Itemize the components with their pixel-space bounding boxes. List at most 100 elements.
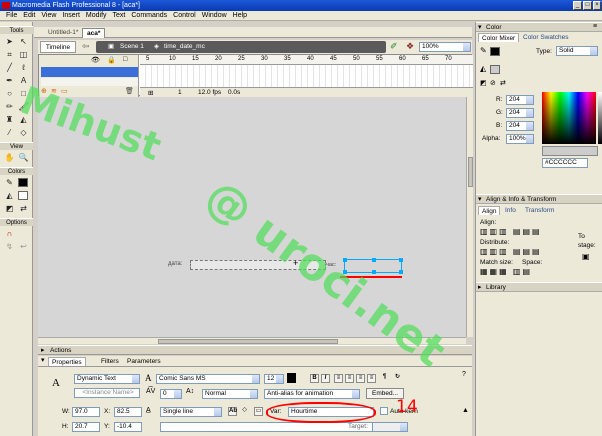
red-input[interactable]: 204: [506, 95, 534, 105]
library-panel-header[interactable]: Library: [476, 282, 602, 293]
tab-info[interactable]: Info: [502, 206, 519, 215]
mixer-swap-icon[interactable]: ⇄: [500, 79, 506, 87]
selectable-icon[interactable]: Ab: [228, 407, 237, 416]
tab-align[interactable]: Align: [478, 206, 501, 215]
smooth-icon[interactable]: ↯: [3, 241, 16, 252]
minimize-button[interactable]: _: [573, 1, 582, 10]
pencil-tool-icon[interactable]: ✏: [3, 101, 16, 112]
mixer-stroke-swatch[interactable]: [490, 47, 500, 56]
mixer-fill-swatch[interactable]: [490, 65, 500, 74]
auto-kern-checkbox[interactable]: [380, 407, 388, 415]
eyedropper-tool-icon[interactable]: ⁄: [3, 127, 16, 138]
menu-view[interactable]: View: [38, 11, 59, 21]
center-frame-icon[interactable]: ⊞: [148, 89, 153, 97]
free-transform-tool-icon[interactable]: ⌗: [3, 49, 16, 60]
layer-row[interactable]: [41, 78, 138, 86]
align-left-icon[interactable]: ≡: [334, 374, 343, 383]
line-tool-icon[interactable]: ╱: [3, 62, 16, 73]
menu-edit[interactable]: Edit: [20, 11, 38, 21]
tab-aca[interactable]: аса*: [82, 28, 106, 38]
fill-color-swatch[interactable]: [18, 191, 28, 200]
zoom-tool-icon[interactable]: 🔍: [17, 152, 30, 163]
height-input[interactable]: 20.7: [72, 422, 100, 432]
frame-grid[interactable]: [140, 65, 473, 87]
collapse-props-icon[interactable]: ▲: [462, 407, 469, 414]
back-arrow-icon[interactable]: ⇦: [82, 42, 92, 51]
green-input[interactable]: 204: [506, 108, 534, 118]
stroke-color-icon[interactable]: ✎: [3, 177, 16, 188]
letter-spacing-input[interactable]: 0: [160, 389, 182, 399]
text-type-select[interactable]: Dynamic Text: [74, 374, 140, 384]
delete-layer-icon[interactable]: 🗑: [125, 87, 134, 95]
color-panel-menu-icon[interactable]: ≡: [593, 23, 597, 30]
pen-tool-icon[interactable]: ✒: [3, 75, 16, 86]
font-size-select[interactable]: 12: [264, 374, 284, 384]
tab-properties[interactable]: Properties: [48, 357, 86, 366]
render-html-icon[interactable]: ◇: [240, 407, 249, 416]
tab-color-swatches[interactable]: Color Swatches: [520, 33, 572, 42]
align-buttons[interactable]: ▥▥▥ ▤▤▤: [480, 227, 542, 236]
collapse-arrow-icon[interactable]: ▾: [41, 356, 45, 366]
fill-transform-tool-icon[interactable]: ◫: [17, 49, 30, 60]
to-stage-button[interactable]: ▣: [582, 252, 590, 261]
blue-input[interactable]: 204: [506, 121, 534, 131]
tab-untitled-1[interactable]: Untitled-1*: [44, 28, 82, 38]
symbol-label[interactable]: time_date_mc: [164, 41, 205, 53]
outline-icon[interactable]: □: [123, 56, 127, 63]
tab-filters[interactable]: Filters: [98, 357, 122, 366]
color-spectrum-picker[interactable]: [542, 92, 596, 144]
menu-insert[interactable]: Insert: [59, 11, 83, 21]
straighten-icon[interactable]: ↩: [17, 241, 30, 252]
y-input[interactable]: -10.4: [114, 422, 142, 432]
menu-control[interactable]: Control: [170, 11, 199, 21]
bold-button[interactable]: B: [310, 374, 319, 383]
tab-color-mixer[interactable]: Color Mixer: [478, 33, 520, 42]
show-border-icon[interactable]: ▭: [254, 407, 263, 416]
fill-type-select[interactable]: Solid: [556, 46, 598, 56]
eye-icon[interactable]: 👁: [91, 56, 100, 64]
antialias-select[interactable]: Anti-alias for animation: [264, 389, 360, 399]
edit-symbol-icon[interactable]: ❖: [406, 41, 418, 53]
rotate-text-icon[interactable]: ↻: [393, 374, 402, 383]
eraser-tool-icon[interactable]: ◇: [17, 127, 30, 138]
distribute-buttons[interactable]: ▥▥▥ ▤▤▤: [480, 247, 542, 256]
justify-icon[interactable]: ≡: [367, 374, 376, 383]
hand-tool-icon[interactable]: ✋: [3, 152, 16, 163]
url-link-input[interactable]: [160, 422, 380, 432]
layer-row-selected[interactable]: [41, 67, 138, 77]
align-right-icon[interactable]: ≡: [356, 374, 365, 383]
char-position-select[interactable]: Normal: [202, 389, 258, 399]
oval-tool-icon[interactable]: ○: [3, 88, 16, 99]
lock-icon[interactable]: 🔒: [107, 56, 116, 64]
menu-text[interactable]: Text: [110, 11, 129, 21]
swap-colors-icon[interactable]: ⇄: [17, 203, 30, 214]
arrow-tool-icon[interactable]: ➤: [3, 36, 16, 47]
timeline-toggle[interactable]: Timeline: [40, 41, 76, 53]
text-color-swatch[interactable]: [287, 373, 296, 383]
tab-transform[interactable]: Transform: [522, 206, 557, 215]
brightness-slider[interactable]: [598, 92, 602, 144]
ink-bottle-tool-icon[interactable]: ♜: [3, 114, 16, 125]
close-button[interactable]: ×: [593, 1, 601, 10]
menu-help[interactable]: Help: [230, 11, 250, 21]
paragraph-icon[interactable]: ¶: [380, 374, 389, 383]
snap-magnet-icon[interactable]: ∩: [3, 228, 16, 239]
mixer-none-icon[interactable]: ⊘: [490, 79, 496, 87]
line-type-select[interactable]: Single line: [160, 407, 222, 417]
subselect-tool-icon[interactable]: ↖: [17, 36, 30, 47]
color-panel-header[interactable]: Color: [476, 22, 602, 33]
hex-input[interactable]: #CCCCCC: [542, 158, 588, 168]
align-panel-header[interactable]: Align & Info & Transform: [476, 194, 602, 205]
edit-scene-icon[interactable]: ✐: [390, 41, 402, 53]
help-icon[interactable]: ?: [462, 371, 466, 378]
frame-ruler[interactable]: 5 10 15 20 25 30 35 40 45 50 55 60 65 70: [140, 55, 473, 65]
menu-commands[interactable]: Commands: [128, 11, 170, 21]
target-select[interactable]: [372, 422, 408, 432]
menu-modify[interactable]: Modify: [83, 11, 110, 21]
font-select[interactable]: Comic Sans MS: [156, 374, 260, 384]
x-input[interactable]: 82.5: [114, 407, 142, 417]
tab-parameters[interactable]: Parameters: [124, 357, 164, 366]
lasso-tool-icon[interactable]: ℓ: [17, 62, 30, 73]
alpha-input[interactable]: 100%: [506, 134, 534, 144]
stroke-color-swatch[interactable]: [18, 178, 28, 187]
